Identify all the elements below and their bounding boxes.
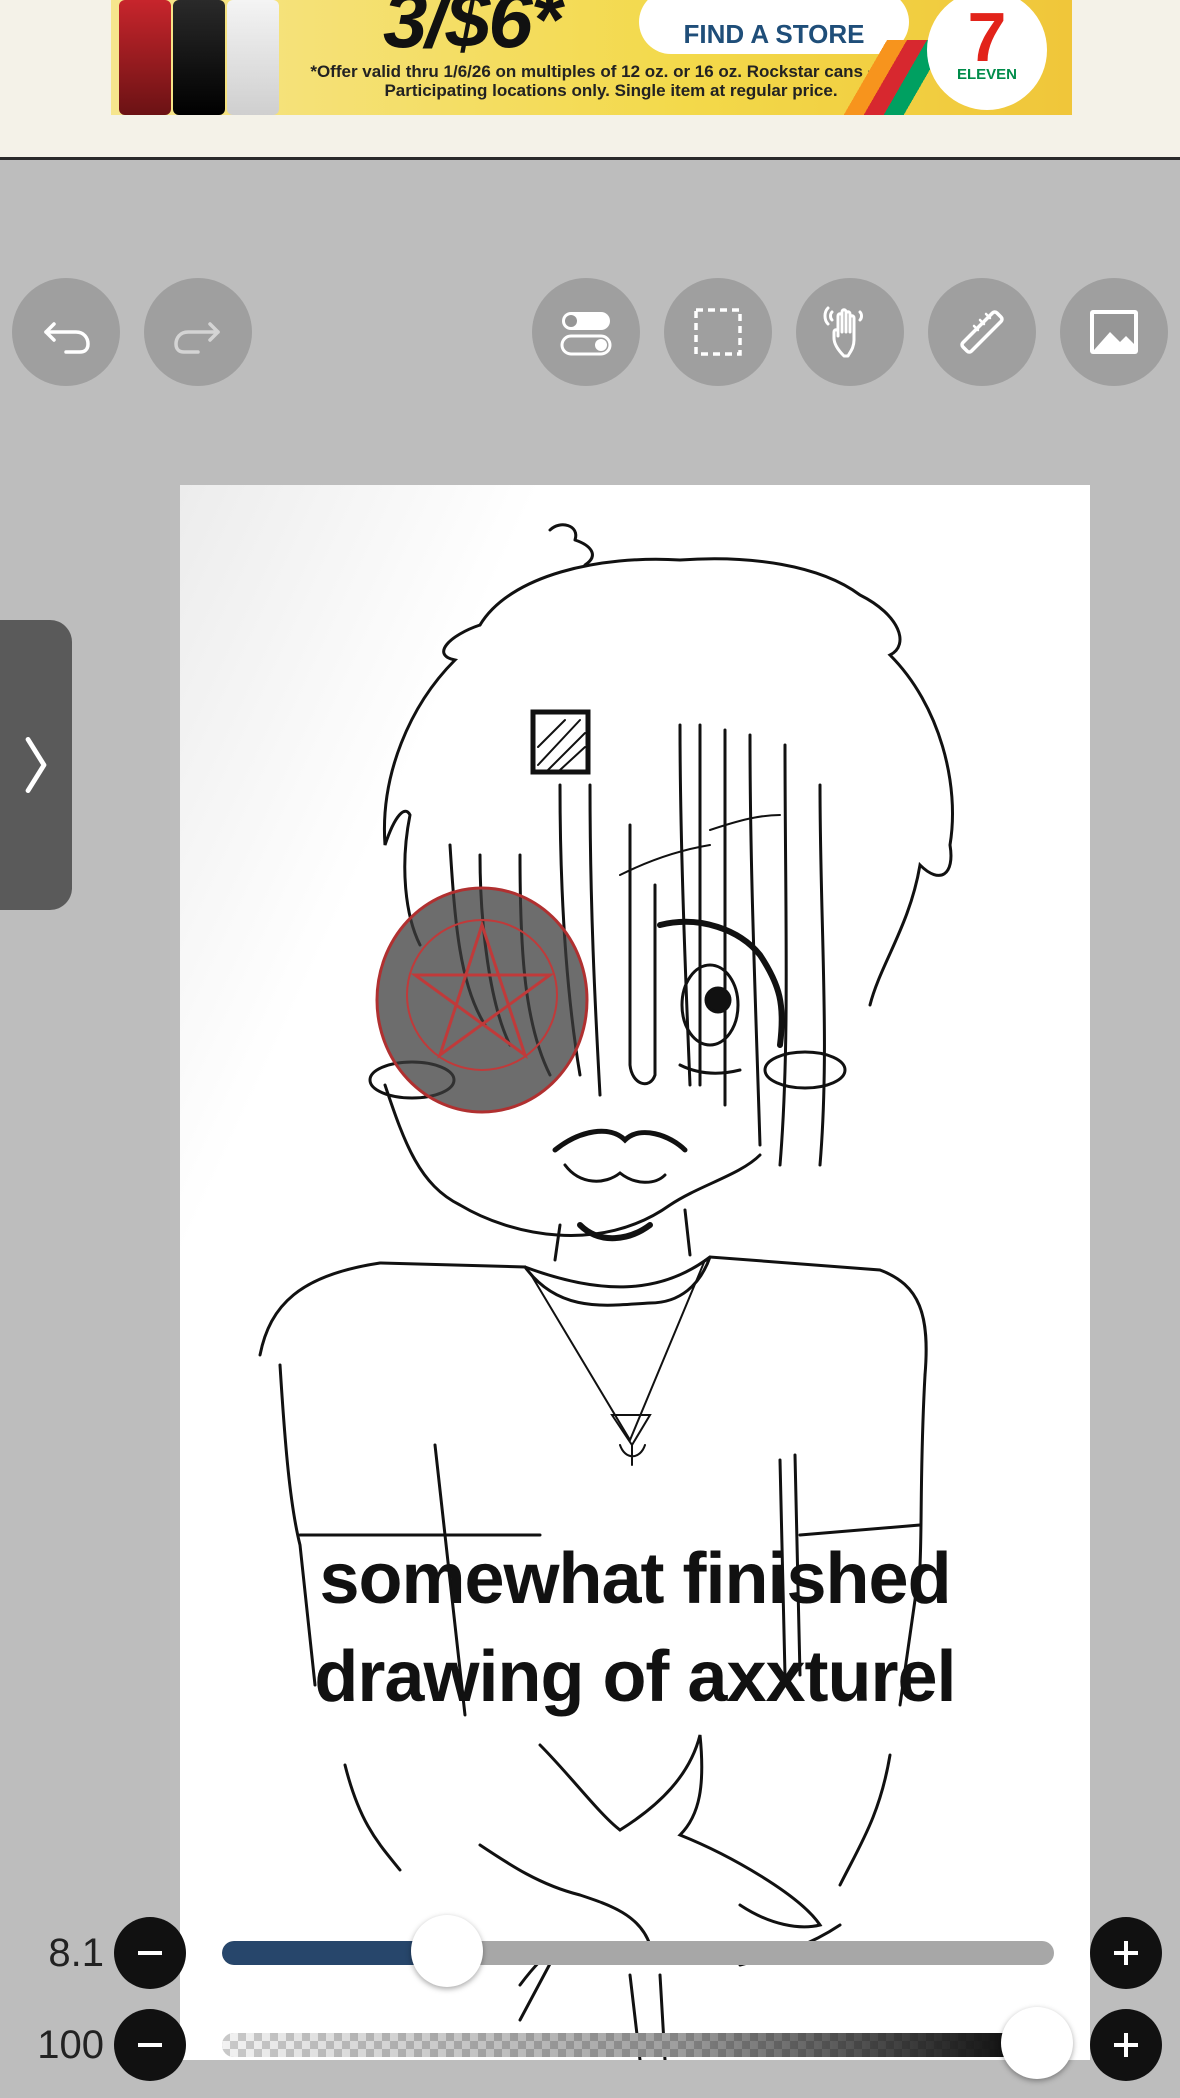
- opacity-track[interactable]: [222, 2033, 1054, 2057]
- workspace: somewhat finished drawing of axxturel 8.…: [0, 160, 1180, 2098]
- undo-button[interactable]: [12, 278, 120, 386]
- chevron-right-icon: [25, 737, 47, 793]
- ad-price: 3/$6*: [383, 0, 562, 64]
- opacity-gradient: [222, 2033, 1054, 2057]
- plus-icon: [1114, 1941, 1138, 1965]
- opacity-decrease-button[interactable]: [114, 2009, 186, 2081]
- redo-icon: [174, 322, 220, 354]
- opacity-slider: 100: [0, 2005, 1180, 2085]
- brush-size-increase-button[interactable]: [1090, 1917, 1162, 1989]
- pentagram-emblem: [375, 886, 589, 1114]
- image-icon: [1090, 310, 1138, 354]
- brush-size-track[interactable]: [222, 1941, 1054, 1965]
- redo-button[interactable]: [144, 278, 252, 386]
- selection-icon: [694, 308, 742, 356]
- hand-icon: [823, 306, 863, 358]
- side-panel-toggle[interactable]: [0, 620, 72, 910]
- minus-icon: [138, 2043, 162, 2047]
- plus-icon: [1114, 2033, 1138, 2057]
- toggle-icon: [560, 312, 612, 356]
- brush-size-decrease-button[interactable]: [114, 1917, 186, 1989]
- opacity-thumb[interactable]: [1001, 2007, 1074, 2079]
- caption-line-2: drawing of axxturel: [314, 1637, 956, 1717]
- ad-bar: 3/$6* FIND A STORE *Offer valid thru 1/6…: [0, 0, 1180, 160]
- selection-button[interactable]: [664, 278, 772, 386]
- opacity-value: 100: [37, 2023, 104, 2067]
- ruler-button[interactable]: [928, 278, 1036, 386]
- brush-size-slider: 8.1: [0, 1913, 1180, 1993]
- ad-product-image: [111, 0, 291, 115]
- canvas-caption: somewhat finished drawing of axxturel: [180, 1530, 1090, 1726]
- drawing-canvas[interactable]: somewhat finished drawing of axxturel: [180, 485, 1090, 2060]
- toggle-button[interactable]: [532, 278, 640, 386]
- undo-icon: [44, 322, 90, 354]
- ad-banner[interactable]: 3/$6* FIND A STORE *Offer valid thru 1/6…: [111, 0, 1072, 115]
- hand-tool-button[interactable]: [796, 278, 904, 386]
- caption-line-1: somewhat finished: [319, 1539, 951, 1619]
- minus-icon: [138, 1951, 162, 1955]
- opacity-increase-button[interactable]: [1090, 2009, 1162, 2081]
- ruler-icon: [960, 310, 1004, 354]
- image-button[interactable]: [1060, 278, 1168, 386]
- brush-size-value: 8.1: [48, 1931, 104, 1975]
- sketch-lines: [258, 523, 954, 2060]
- brush-size-thumb[interactable]: [410, 1915, 483, 1987]
